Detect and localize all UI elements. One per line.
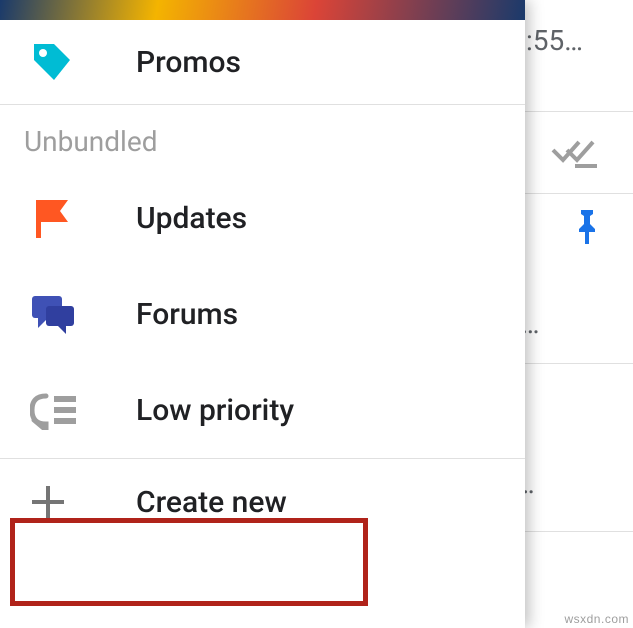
- low-priority-icon: [24, 390, 136, 430]
- sidebar-item-promos[interactable]: Promos: [0, 20, 525, 104]
- plus-icon: [24, 484, 136, 520]
- sidebar-item-label: Low priority: [136, 393, 294, 428]
- nav-drawer: Promos Unbundled Updates Forums: [0, 0, 525, 628]
- sweep-icon: [551, 136, 599, 177]
- sidebar-item-updates[interactable]: Updates: [0, 170, 525, 266]
- drawer-header-image: [0, 0, 525, 20]
- forums-chat-icon: [24, 292, 136, 336]
- create-new-button[interactable]: Create new: [0, 459, 525, 545]
- watermark: wsxdn.com: [564, 612, 629, 626]
- updates-flag-icon: [24, 196, 136, 240]
- create-new-label: Create new: [136, 485, 287, 520]
- section-header-unbundled: Unbundled: [0, 104, 525, 170]
- pin-icon: [573, 210, 601, 252]
- sidebar-item-label: Forums: [136, 297, 238, 332]
- sidebar-item-label: Updates: [136, 201, 247, 236]
- sidebar-item-forums[interactable]: Forums: [0, 266, 525, 362]
- sidebar-item-low-priority[interactable]: Low priority: [0, 362, 525, 458]
- sidebar-item-label: Promos: [136, 45, 241, 80]
- promos-tag-icon: [24, 40, 136, 84]
